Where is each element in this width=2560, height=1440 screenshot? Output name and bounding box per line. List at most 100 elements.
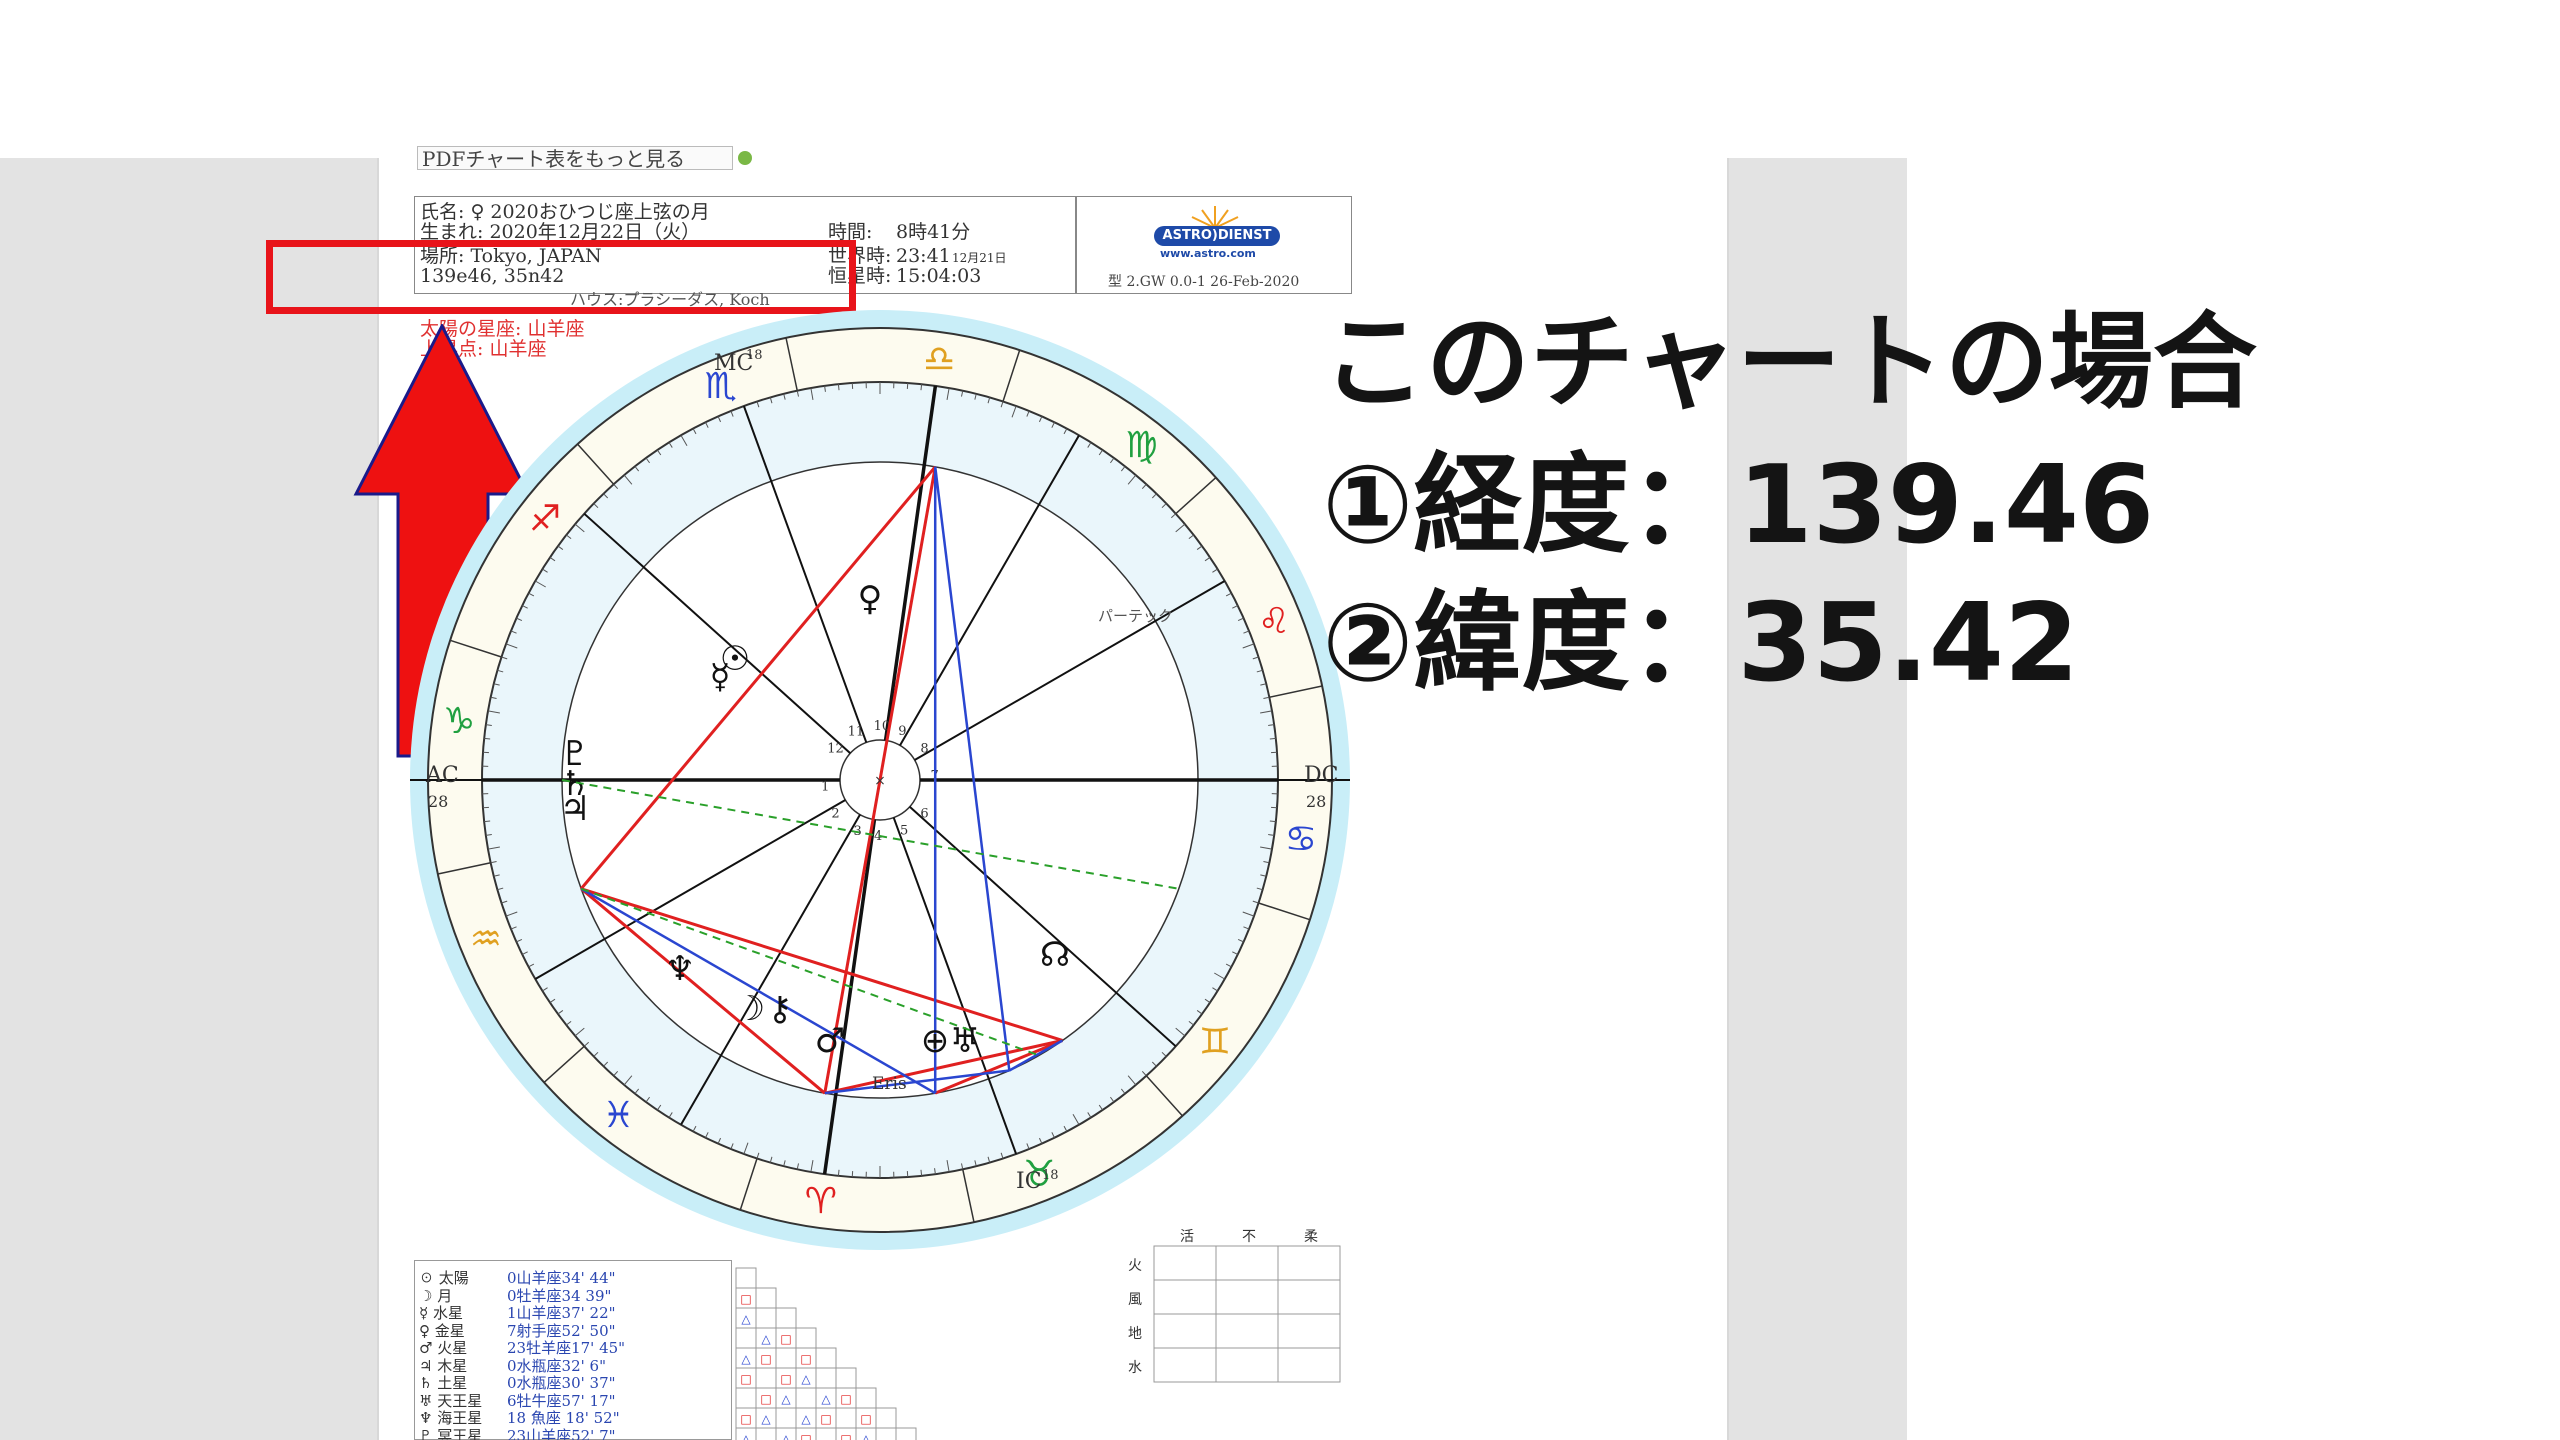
- aspect-grid-cell: [735, 1267, 757, 1289]
- dc-label: DC: [1304, 763, 1339, 788]
- aspect-symbol: □: [740, 1412, 751, 1426]
- aspect-symbol: △: [761, 1332, 771, 1346]
- aspect-symbol: □: [760, 1352, 771, 1366]
- planet-row: ☿ 水星 1山羊座37' 22": [415, 1302, 731, 1322]
- aspect-symbol: △: [761, 1412, 771, 1426]
- aspect-symbol: □: [800, 1352, 811, 1366]
- element-row-header: 風: [1128, 1292, 1142, 1308]
- pdf-chart-link[interactable]: PDFチャート表をもっと見る: [417, 146, 752, 171]
- zodiac-sign-glyph: ♒: [470, 919, 502, 960]
- venus-glyph: ♀: [858, 579, 883, 619]
- aspect-grid-cell: [775, 1347, 797, 1369]
- aspect-grid-cell: [755, 1307, 777, 1329]
- house-number: 1: [821, 780, 829, 795]
- element-column-header: 不: [1242, 1229, 1256, 1245]
- degree-tick: [920, 1169, 923, 1176]
- go-icon[interactable]: [738, 151, 752, 165]
- planet-name: ♇ 冥王星: [419, 1426, 483, 1440]
- ic-degree: 18: [1042, 1168, 1059, 1183]
- element-row-header: 水: [1128, 1360, 1142, 1376]
- part-of-fortune-label: パーテック: [1098, 607, 1174, 625]
- moon-glyph: ☽: [735, 989, 765, 1029]
- element-cell: [1153, 1347, 1217, 1383]
- zodiac-sign-glyph: ♌: [1258, 601, 1290, 642]
- house-number: 8: [920, 742, 928, 757]
- degree-tick: [837, 384, 840, 391]
- universal-time-value: 23:41: [896, 245, 951, 267]
- planet-row: ♄ 土星 0水瓶座30' 37": [415, 1372, 731, 1392]
- element-row-header: 地: [1128, 1326, 1142, 1342]
- aspect-grid-cell: [815, 1347, 837, 1369]
- planet-row: ♃ 木星 0水瓶座32' 6": [415, 1355, 731, 1375]
- aspect-symbol: △: [781, 1392, 791, 1406]
- aspect-symbol: △: [801, 1412, 811, 1426]
- aspect-grid-cell: [815, 1367, 837, 1389]
- chiron-glyph: ⚷: [768, 989, 793, 1029]
- aspect-grid-cell: [815, 1427, 837, 1440]
- degree-tick: [1269, 820, 1276, 823]
- dc-degree: 28: [1306, 792, 1327, 811]
- jupiter-glyph: ♃: [560, 789, 590, 829]
- planet-row: ☽ 月 0牡羊座34 39": [415, 1285, 731, 1305]
- aspect-grid: □△△□△□□□□△□△△□□△△□□△△□□△△□□△△□: [735, 1267, 917, 1440]
- planet-row: ♀ 金星 7射手座52' 50": [415, 1320, 731, 1340]
- aspect-grid-cell: [795, 1387, 817, 1409]
- time-value: 8時41分: [896, 221, 971, 243]
- node-glyph: ☊: [1040, 935, 1070, 975]
- aspect-grid-cell: [895, 1427, 917, 1440]
- zodiac-sign-glyph: ♍: [1126, 425, 1158, 466]
- uranus-glyph: ♅: [950, 1021, 980, 1061]
- zodiac-sign-glyph: ♎: [923, 339, 955, 380]
- element-cell: [1215, 1279, 1279, 1315]
- overlay-latitude: ②緯度：35.42: [1322, 581, 2080, 706]
- zodiac-sign-glyph: ♊: [1199, 1022, 1231, 1063]
- aspect-symbol: □: [760, 1392, 771, 1406]
- mc-degree: 18: [746, 348, 763, 363]
- house-number: 12: [827, 742, 844, 757]
- mars-glyph: ♂: [815, 1021, 845, 1061]
- aspect-symbol: △: [741, 1432, 751, 1440]
- logo-wordmark: ASTRO)DIENST: [1154, 226, 1280, 246]
- element-column-header: 柔: [1304, 1229, 1318, 1245]
- element-cell: [1153, 1279, 1217, 1315]
- aspect-symbol: △: [741, 1352, 751, 1366]
- house-number: 5: [900, 823, 908, 838]
- viewer-background-left: [0, 158, 377, 1440]
- time-label: 時間:: [828, 221, 873, 243]
- astrodienst-logo: ASTRO)DIENST www.astro.com: [1150, 204, 1280, 264]
- element-cell: [1277, 1313, 1341, 1349]
- zodiac-sign-glyph: ♋: [1285, 819, 1317, 860]
- ic-label: IC: [1016, 1169, 1042, 1194]
- aspect-symbol: △: [741, 1312, 751, 1326]
- aspect-symbol: △: [861, 1432, 871, 1440]
- overlay-longitude: ①経度：139.46: [1322, 443, 2155, 568]
- element-cell: [1277, 1279, 1341, 1315]
- logo-url: www.astro.com: [1160, 247, 1256, 260]
- birth-line: 生まれ: 2020年12月22日（火）: [420, 221, 701, 243]
- element-cell: [1153, 1245, 1217, 1281]
- element-cell: [1277, 1245, 1341, 1281]
- aspect-symbol: □: [780, 1372, 791, 1386]
- header-divider: [1075, 196, 1077, 294]
- aspect-symbol: □: [860, 1412, 871, 1426]
- element-column-header: 活: [1180, 1229, 1194, 1245]
- eris-label: Eris: [872, 1074, 907, 1094]
- element-modality-table: 活 不 柔火風地水: [1124, 1226, 1348, 1384]
- zodiac-sign-glyph: ♐: [529, 498, 561, 539]
- part-of-fortune-glyph: ⊕: [921, 1021, 950, 1061]
- name-line: 氏名: ♀ 2020おひつじ座上弦の月: [420, 201, 710, 223]
- zodiac-sign-glyph: ♈: [805, 1181, 837, 1222]
- aspect-grid-cell: [755, 1287, 777, 1309]
- center-mark: ×: [874, 773, 886, 789]
- aspect-grid-cell: [875, 1427, 897, 1440]
- element-cell: [1153, 1313, 1217, 1349]
- degree-tick: [837, 1169, 840, 1176]
- aspect-symbol: □: [820, 1412, 831, 1426]
- house-number: 2: [831, 806, 839, 821]
- planet-row: ♆ 海王星 18 魚座 18' 52": [415, 1407, 731, 1427]
- natal-chart-wheel: ♈♉♊♋♌♍♎♏♐♑♒♓123456789101112♀☉☿♇♄♃☽⚷♆♂⊕♅☊…: [410, 310, 1350, 1250]
- aspect-grid-cell: [855, 1387, 877, 1409]
- planet-position-table: ☉ 太陽 0山羊座34' 44" ☽ 月 0牡羊座34 39" ☿ 水星 1山羊座37' …: [414, 1260, 732, 1440]
- planet-row: ♇ 冥王星 23山羊座52' 7": [415, 1425, 731, 1440]
- aspect-grid-cell: [835, 1367, 857, 1389]
